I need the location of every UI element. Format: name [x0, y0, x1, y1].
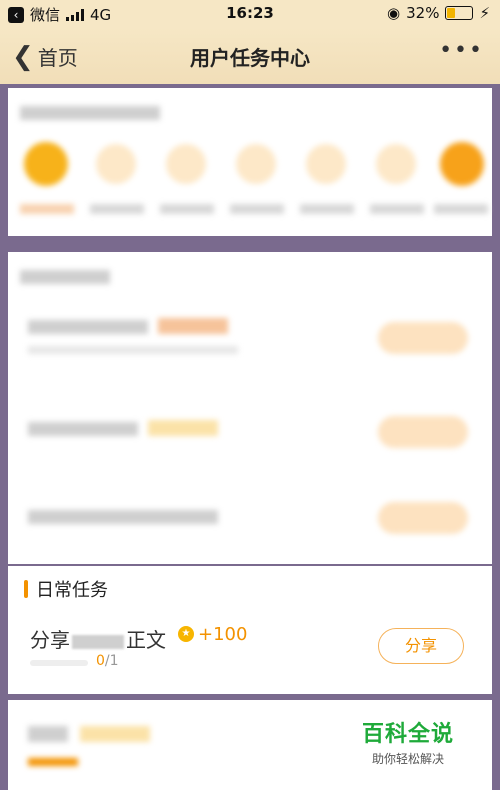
watermark-title: 百科全说: [362, 722, 455, 747]
watermark-subtitle: 助你轻松解决: [372, 752, 445, 766]
task-list-row: [28, 316, 468, 376]
share-button[interactable]: 分享: [378, 628, 464, 664]
navigation-bar: ❮ 首页 用户任务中心 •••: [0, 28, 500, 84]
rewards-panel-header: [20, 106, 160, 120]
daily-tasks-panel: 日常任务 分享 正文 ★ +100 0/1 分享: [8, 566, 492, 694]
page-title: 用户任务中心: [190, 46, 310, 70]
task-progress-bar: [30, 660, 88, 666]
coin-icon: ★: [178, 626, 194, 642]
task-list-row: [28, 502, 468, 542]
orientation-lock-icon: ◉: [387, 4, 401, 22]
task-name-prefix: 分享: [30, 628, 70, 652]
daily-tasks-heading: 日常任务: [24, 576, 108, 602]
rewards-icons-row: [20, 142, 488, 222]
battery-percent: 32%: [406, 4, 440, 22]
task-reward: +100: [198, 624, 248, 645]
task-list-panel: [8, 252, 492, 564]
progress-total: /1: [104, 653, 119, 669]
daily-tasks-title: 日常任务: [36, 580, 108, 601]
status-right: ◉ 32% ⚡: [387, 4, 490, 22]
progress-current: 0: [96, 653, 105, 669]
task-list-header: [20, 270, 110, 284]
section-marker: [24, 580, 28, 598]
task-progress-text: 0/1: [96, 653, 119, 669]
battery-icon: [445, 6, 474, 20]
task-name-suffix: 正文: [126, 628, 166, 652]
redacted-text: [72, 634, 124, 649]
status-bar: ‹ 微信 4G 16:23 ◉ 32% ⚡: [0, 0, 500, 28]
task-name: 分享 正文: [30, 624, 166, 653]
more-options-button[interactable]: •••: [439, 38, 484, 63]
charging-icon: ⚡: [479, 4, 490, 22]
rewards-panel: [8, 88, 492, 236]
watermark: 百科全说 助你轻松解决: [362, 716, 454, 767]
task-list-row: [28, 416, 468, 456]
